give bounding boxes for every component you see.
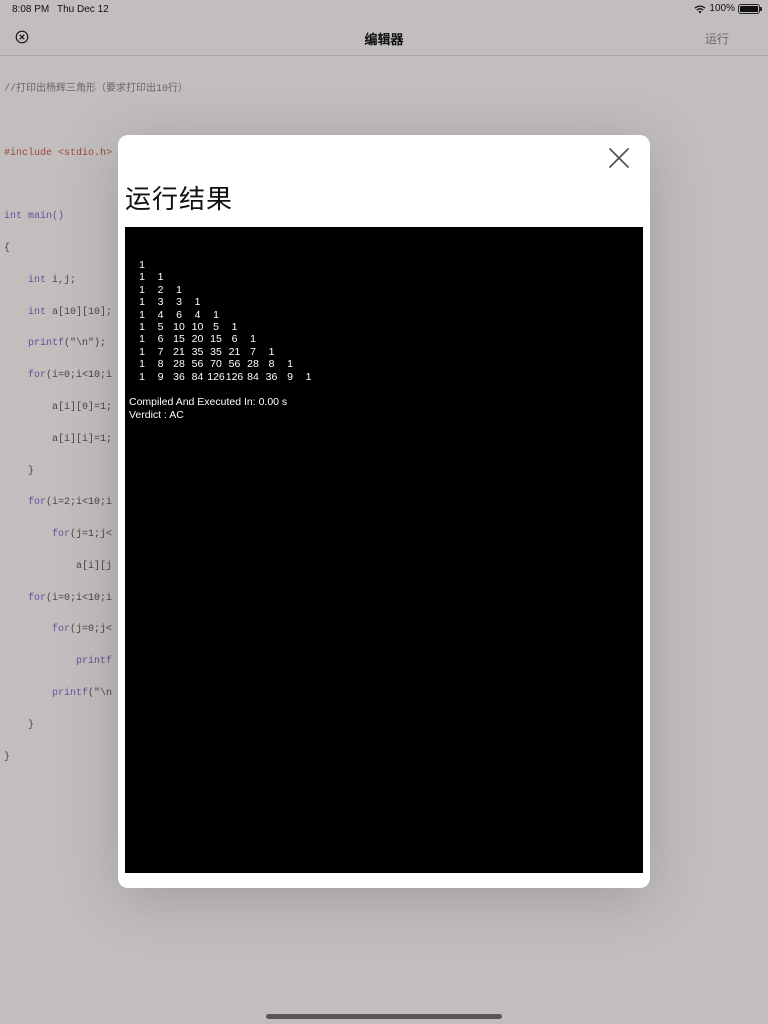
battery-percent: 100% — [709, 3, 735, 14]
code-comment: //打印出杨辉三角形（要求打印出10行） — [4, 84, 189, 96]
output-value: 1 — [139, 333, 145, 346]
output-value: 21 — [228, 345, 241, 358]
run-button[interactable]: 运行 — [705, 30, 729, 47]
output-value: 1 — [305, 370, 312, 383]
output-value: 56 — [191, 358, 204, 371]
output-value: 84 — [191, 370, 204, 383]
output-value: 28 — [247, 358, 259, 371]
output-value: 8 — [157, 358, 164, 371]
output-value: 1 — [139, 308, 145, 321]
output-value: 1 — [139, 296, 145, 309]
output-value: 21 — [173, 345, 185, 358]
close-icon[interactable] — [608, 147, 630, 169]
output-value: 4 — [194, 308, 201, 321]
output-value: 10 — [173, 321, 185, 333]
output-value: 15 — [173, 333, 185, 346]
output-value: 8 — [268, 358, 275, 371]
output-value: 36 — [265, 370, 278, 383]
output-value: 5 — [213, 321, 219, 333]
output-value: 70 — [210, 358, 222, 371]
compile-info: Compiled And Executed In: 0.00 s — [129, 396, 288, 408]
output-value: 2 — [157, 283, 164, 296]
output-value: 1 — [176, 283, 182, 296]
battery-icon — [738, 3, 762, 14]
status-right: 100% — [694, 3, 762, 14]
output-value: 10 — [191, 321, 204, 333]
output-value: 1 — [139, 370, 145, 383]
modal-title: 运行结果 — [125, 184, 234, 214]
nav-bar: 编辑器 运行 — [0, 20, 768, 56]
status-date: Thu Dec 12 — [57, 4, 109, 15]
output-value: 1 — [250, 333, 256, 346]
verdict: Verdict : AC — [129, 409, 184, 421]
output-value: 9 — [157, 370, 164, 383]
output-value: 1 — [213, 308, 219, 321]
output-value: 1 — [139, 321, 145, 333]
output-value: 1 — [157, 271, 164, 284]
output-value: 1 — [139, 358, 145, 371]
output-value: 36 — [173, 370, 185, 383]
output-value: 4 — [157, 308, 164, 321]
output-value: 20 — [191, 333, 204, 346]
home-indicator — [266, 1014, 502, 1019]
output-value: 7 — [157, 345, 164, 358]
output-console: Compiled And Executed In: 0.00 s Verdict… — [125, 227, 643, 873]
output-value: 126 — [225, 370, 244, 383]
output-value: 56 — [228, 358, 241, 371]
output-value: 1 — [268, 345, 275, 358]
output-value: 15 — [210, 333, 222, 346]
wifi-icon — [694, 4, 706, 14]
output-value: 35 — [210, 345, 222, 358]
output-value: 28 — [173, 358, 185, 371]
output-value: 6 — [176, 308, 182, 321]
output-value: 3 — [157, 296, 164, 309]
output-value: 6 — [157, 333, 164, 346]
output-value: 1 — [194, 296, 201, 309]
output-value: 84 — [247, 370, 259, 383]
output-value: 35 — [191, 345, 204, 358]
page-title: 编辑器 — [364, 32, 404, 47]
output-value: 7 — [250, 345, 256, 358]
output-value: 1 — [231, 321, 238, 333]
output-value: 1 — [139, 259, 145, 271]
output-value: 1 — [139, 271, 145, 284]
output-value: 6 — [231, 333, 238, 346]
status-time: 8:08 PM — [12, 4, 50, 15]
output-value: 1 — [139, 283, 145, 296]
output-value: 1 — [287, 358, 293, 371]
output-value: 5 — [157, 321, 164, 333]
output-value: 3 — [176, 296, 182, 309]
result-modal: 运行结果 Compiled And Executed In: 0.00 s Ve… — [118, 135, 650, 888]
output-value: 9 — [287, 370, 293, 383]
status-bar: 8:08 PM Thu Dec 12 100% — [0, 0, 768, 20]
output-value: 1 — [139, 345, 145, 358]
output-value: 126 — [207, 370, 225, 383]
